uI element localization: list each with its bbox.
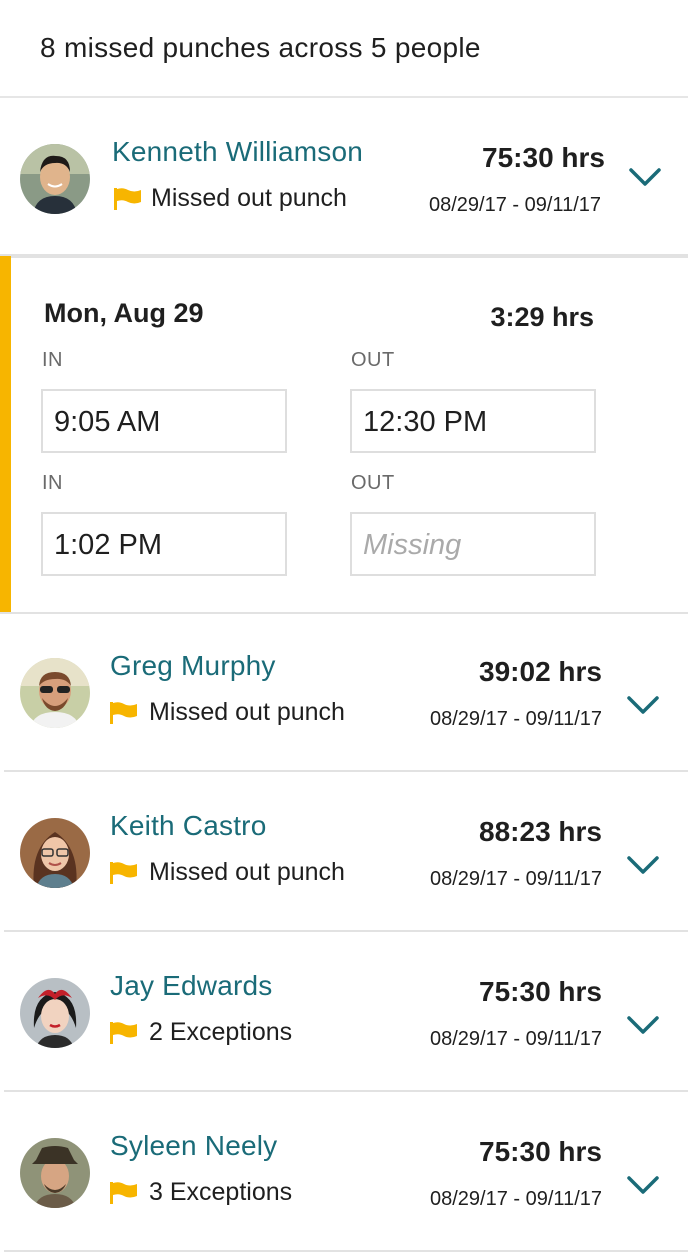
date-range: 08/29/17 - 09/11/17 bbox=[430, 1028, 602, 1050]
in-label: IN bbox=[42, 349, 63, 371]
chevron-down-icon[interactable] bbox=[626, 1174, 660, 1196]
date-range: 08/29/17 - 09/11/17 bbox=[430, 708, 602, 730]
flag-icon bbox=[110, 862, 137, 884]
chevron-down-icon[interactable] bbox=[626, 1014, 660, 1036]
avatar bbox=[20, 658, 90, 728]
date-range: 08/29/17 - 09/11/17 bbox=[430, 868, 602, 890]
punch-out-field[interactable]: 12:30 PM bbox=[350, 389, 596, 453]
employee-row-jay-edwards[interactable]: Jay Edwards 2 Exceptions 75:30 hrs 08/29… bbox=[4, 932, 688, 1092]
avatar bbox=[20, 1138, 90, 1208]
employee-name[interactable]: Syleen Neely bbox=[110, 1130, 277, 1162]
flag-icon bbox=[110, 702, 137, 724]
status-text: Missed out punch bbox=[149, 858, 345, 886]
punch-in-field[interactable]: 1:02 PM bbox=[41, 512, 287, 576]
hours-total: 39:02 hrs bbox=[479, 656, 602, 687]
punch-out-field-missing[interactable]: Missing bbox=[350, 512, 596, 576]
punch-detail-panel: Mon, Aug 29 3:29 hrs IN OUT 9:05 AM 12:3… bbox=[0, 254, 688, 614]
date-range: 08/29/17 - 09/11/17 bbox=[430, 1188, 602, 1210]
flag-icon bbox=[114, 188, 141, 210]
employee-row-syleen-neely[interactable]: Syleen Neely 3 Exceptions 75:30 hrs 08/2… bbox=[4, 1092, 688, 1252]
avatar bbox=[20, 818, 90, 888]
chevron-down-icon[interactable] bbox=[628, 166, 662, 188]
day-label: Mon, Aug 29 bbox=[44, 298, 204, 328]
flag-icon bbox=[110, 1182, 137, 1204]
status-text: 2 Exceptions bbox=[149, 1018, 293, 1046]
hours-total: 75:30 hrs bbox=[479, 976, 602, 1007]
hours-total: 75:30 hrs bbox=[482, 142, 605, 173]
out-label: OUT bbox=[351, 472, 395, 494]
day-hours: 3:29 hrs bbox=[490, 302, 594, 332]
avatar bbox=[20, 144, 90, 214]
flag-icon bbox=[110, 1022, 137, 1044]
employee-name[interactable]: Greg Murphy bbox=[110, 650, 276, 682]
in-label: IN bbox=[42, 472, 63, 494]
chevron-down-icon[interactable] bbox=[626, 854, 660, 876]
employee-name[interactable]: Kenneth Williamson bbox=[112, 136, 363, 168]
chevron-down-icon[interactable] bbox=[626, 694, 660, 716]
employee-name[interactable]: Keith Castro bbox=[110, 810, 266, 842]
out-label: OUT bbox=[351, 349, 395, 371]
punch-in-field[interactable]: 9:05 AM bbox=[41, 389, 287, 453]
employee-row-keith-castro[interactable]: Keith Castro Missed out punch 88:23 hrs … bbox=[4, 772, 688, 932]
hours-total: 75:30 hrs bbox=[479, 1136, 602, 1167]
hours-total: 88:23 hrs bbox=[479, 816, 602, 847]
status-text: Missed out punch bbox=[149, 698, 345, 726]
avatar bbox=[20, 978, 90, 1048]
date-range: 08/29/17 - 09/11/17 bbox=[429, 194, 601, 216]
status-text: 3 Exceptions bbox=[149, 1178, 293, 1206]
employee-name[interactable]: Jay Edwards bbox=[110, 970, 273, 1002]
employee-row-greg-murphy[interactable]: Greg Murphy Missed out punch 39:02 hrs 0… bbox=[4, 612, 688, 772]
page-title: 8 missed punches across 5 people bbox=[40, 32, 481, 63]
accent-bar bbox=[0, 256, 11, 612]
page-header: 8 missed punches across 5 people bbox=[0, 0, 688, 98]
status-text: Missed out punch bbox=[151, 184, 347, 212]
employee-row-kenneth-williamson[interactable]: Kenneth Williamson Missed out punch 75:3… bbox=[4, 98, 688, 258]
